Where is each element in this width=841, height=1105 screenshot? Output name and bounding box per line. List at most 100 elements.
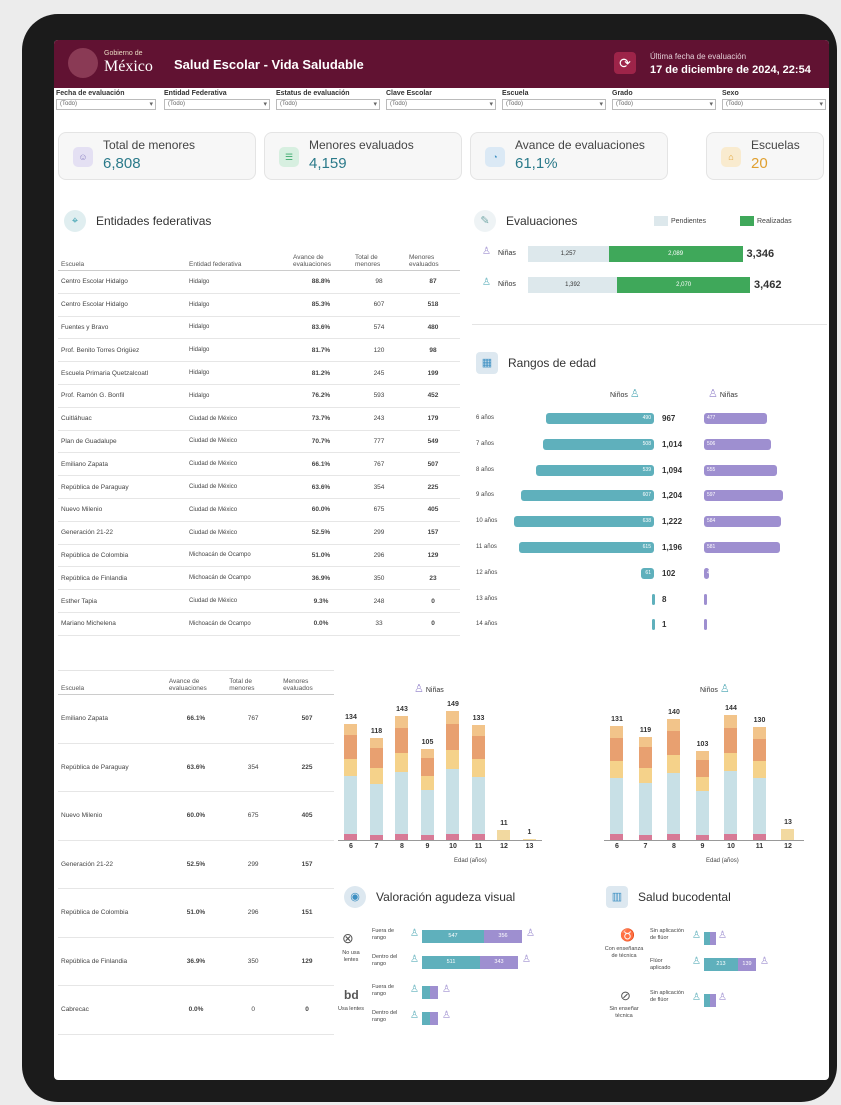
- filter-entidad[interactable]: Entidad Federativa (Todo): [164, 90, 270, 110]
- chart-bar-segment: [667, 755, 680, 774]
- filter-select[interactable]: (Todo): [164, 99, 270, 110]
- table-cell: Esther Tapia: [58, 589, 186, 613]
- filter-select[interactable]: (Todo): [56, 99, 156, 110]
- table-row[interactable]: Escuela Primaria Quetzalcoatl Hidalgo 81.2…: [58, 361, 460, 385]
- table-row[interactable]: Nuevo Milenio 60.0% 675 405: [58, 791, 334, 841]
- table-row[interactable]: República de Paraguay Ciudad de México 63.…: [58, 475, 460, 499]
- kpi-value: 61,1%: [515, 155, 558, 172]
- table-cell: 151: [280, 888, 334, 938]
- boy-icon: ♙: [410, 984, 419, 995]
- filter-estatus[interactable]: Estatus de evaluación (Todo): [276, 90, 380, 110]
- table-row[interactable]: Nuevo Milenio Ciudad de México 60.0% 675 405: [58, 498, 460, 522]
- table-cell: 60.0%: [290, 498, 352, 522]
- progress-icon: ◔: [485, 147, 505, 167]
- table-cell: Centro Escolar Hidalgo: [58, 270, 186, 294]
- filter-fecha[interactable]: Fecha de evaluación (Todo): [56, 90, 156, 110]
- girl-icon: ♙: [522, 954, 531, 965]
- table-row[interactable]: Mariano Michelena Michoacán de Ocampo 0.0%…: [58, 612, 460, 636]
- agudeza-out-ninas: 356: [484, 930, 522, 943]
- evaluacion-row-label: Niños: [498, 281, 516, 288]
- girl-icon: ♙: [442, 984, 451, 995]
- table-row[interactable]: República de Finlandia 36.9% 350 129: [58, 937, 334, 986]
- table-row[interactable]: República de Paraguay 63.6% 354 225: [58, 743, 334, 792]
- filter-select[interactable]: (Todo): [502, 99, 606, 110]
- chart-value-label: 134: [345, 713, 357, 721]
- refresh-icon[interactable]: ⟳: [614, 52, 636, 74]
- table-row[interactable]: Emiliano Zapata Ciudad de México 66.1% 767 5…: [58, 452, 460, 477]
- table-cell: Hidalgo: [186, 361, 290, 385]
- age-bar-ninas: 555: [704, 464, 778, 476]
- chart-bar: [752, 727, 766, 840]
- filter-clave[interactable]: Clave Escolar (Todo): [386, 90, 496, 110]
- age-label: 9 años: [476, 492, 495, 499]
- table-row[interactable]: República de Finlandia Michoacán de Ocamp…: [58, 566, 460, 591]
- table-row[interactable]: Cuitláhuac Ciudad de México 73.7% 243 179: [58, 407, 460, 431]
- no-glasses-icon: ⊗: [342, 930, 354, 946]
- filter-select[interactable]: (Todo): [276, 99, 380, 110]
- table-row[interactable]: Esther Tapia Ciudad de México 9.3% 248 0: [58, 589, 460, 613]
- chart-value-label: 130: [753, 717, 766, 725]
- table-cell: 129: [280, 937, 334, 986]
- table-cell: Mariano Michelena: [58, 612, 186, 636]
- table-row[interactable]: Generación 21-22 52.5% 299 157: [58, 840, 334, 889]
- table-cell: 574: [352, 316, 406, 340]
- chart-bar-segment: [724, 727, 737, 753]
- table-row[interactable]: Emiliano Zapata 66.1% 767 507: [58, 694, 334, 744]
- filter-escuela[interactable]: Escuela (Todo): [502, 90, 606, 110]
- table-row[interactable]: Plan de Guadalupe Ciudad de México 70.7% 77…: [58, 430, 460, 454]
- done-bar: 2,070: [617, 277, 750, 293]
- table-cell: Escuela Primaria Quetzalcoatl: [58, 361, 186, 385]
- table-row[interactable]: República de Colombia 51.0% 296 151: [58, 888, 334, 938]
- table-row[interactable]: Cabrecac 0.0% 0 0: [58, 985, 334, 1035]
- table-cell: Prof. Benito Torres Origüez: [58, 338, 186, 363]
- age-bar-ninos: 61: [640, 567, 654, 579]
- chart-value-label: 143: [396, 706, 408, 714]
- chart-bar-segment: [752, 761, 766, 779]
- chart-x-tick: 8: [400, 843, 404, 850]
- table-cell: Hidalgo: [186, 384, 290, 408]
- boy-icon: ♙: [410, 928, 419, 939]
- table-row[interactable]: Generación 21-22 Ciudad de México 52.5% 299…: [58, 521, 460, 545]
- age-bar-ninos: [652, 593, 655, 605]
- filter-label: Fecha de evaluación: [56, 90, 125, 97]
- chart-bar-segment: [446, 723, 459, 750]
- filter-select[interactable]: (Todo): [386, 99, 496, 110]
- pending-bar: 1,392: [528, 277, 618, 293]
- girl-icon: ♙: [718, 992, 727, 1003]
- table-cell: 777: [352, 430, 406, 454]
- table-row[interactable]: Centro Escolar Hidalgo Hidalgo 88.8% 98 87: [58, 270, 460, 294]
- filters-bar: Fecha de evaluación (Todo) Entidad Feder…: [54, 90, 829, 120]
- kpi-menores-evaluados: ☰ Menores evaluados 4,159: [264, 132, 462, 180]
- filter-select[interactable]: (Todo): [722, 99, 826, 110]
- age-bar-ninos: [652, 619, 655, 631]
- table-row[interactable]: República de Colombia Michoacán de Ocampo…: [58, 544, 460, 568]
- table-row[interactable]: Prof. Benito Torres Origüez Hidalgo 81.7% 1…: [58, 338, 460, 363]
- table-cell: 70.7%: [290, 430, 352, 454]
- chart-x-tick: 12: [500, 843, 508, 850]
- table-cell: 98: [352, 270, 406, 294]
- chart-bar-segment: [395, 771, 408, 834]
- table-row[interactable]: Centro Escolar Hidalgo Hidalgo 85.3% 607 518: [58, 293, 460, 317]
- update-label: Última fecha de evaluación: [650, 52, 747, 61]
- table-cell: 507: [406, 452, 460, 477]
- table-cell: 225: [406, 475, 460, 499]
- age-bar-ninas: [704, 593, 707, 605]
- kpi-label: Avance de evaluaciones: [515, 138, 645, 152]
- boy-icon: ♙: [629, 388, 640, 400]
- table-row[interactable]: Prof. Ramón G. Bonfil Hidalgo 76.2% 593 452: [58, 384, 460, 408]
- chart-bar: [724, 715, 737, 840]
- filter-grado[interactable]: Grado (Todo): [612, 90, 716, 110]
- bucodental-group2: Sin enseñar técnica: [609, 1006, 639, 1019]
- filter-select[interactable]: (Todo): [612, 99, 716, 110]
- table-row[interactable]: Fuentes y Bravo Hidalgo 83.6% 574 480: [58, 316, 460, 340]
- table-cell: 0: [406, 612, 460, 636]
- bucodental-con-ninos: 213: [704, 958, 738, 971]
- chart-ninas-title: ♙ Niñas: [414, 682, 444, 695]
- calendar-icon: ▦: [476, 352, 498, 374]
- filter-sexo[interactable]: Sexo (Todo): [722, 90, 826, 110]
- chart-x-tick: 10: [727, 843, 735, 850]
- table-cell: 675: [352, 498, 406, 522]
- table-cell: Plan de Guadalupe: [58, 430, 186, 454]
- table-cell: 81.7%: [290, 338, 352, 363]
- table-cell: 350: [226, 937, 281, 986]
